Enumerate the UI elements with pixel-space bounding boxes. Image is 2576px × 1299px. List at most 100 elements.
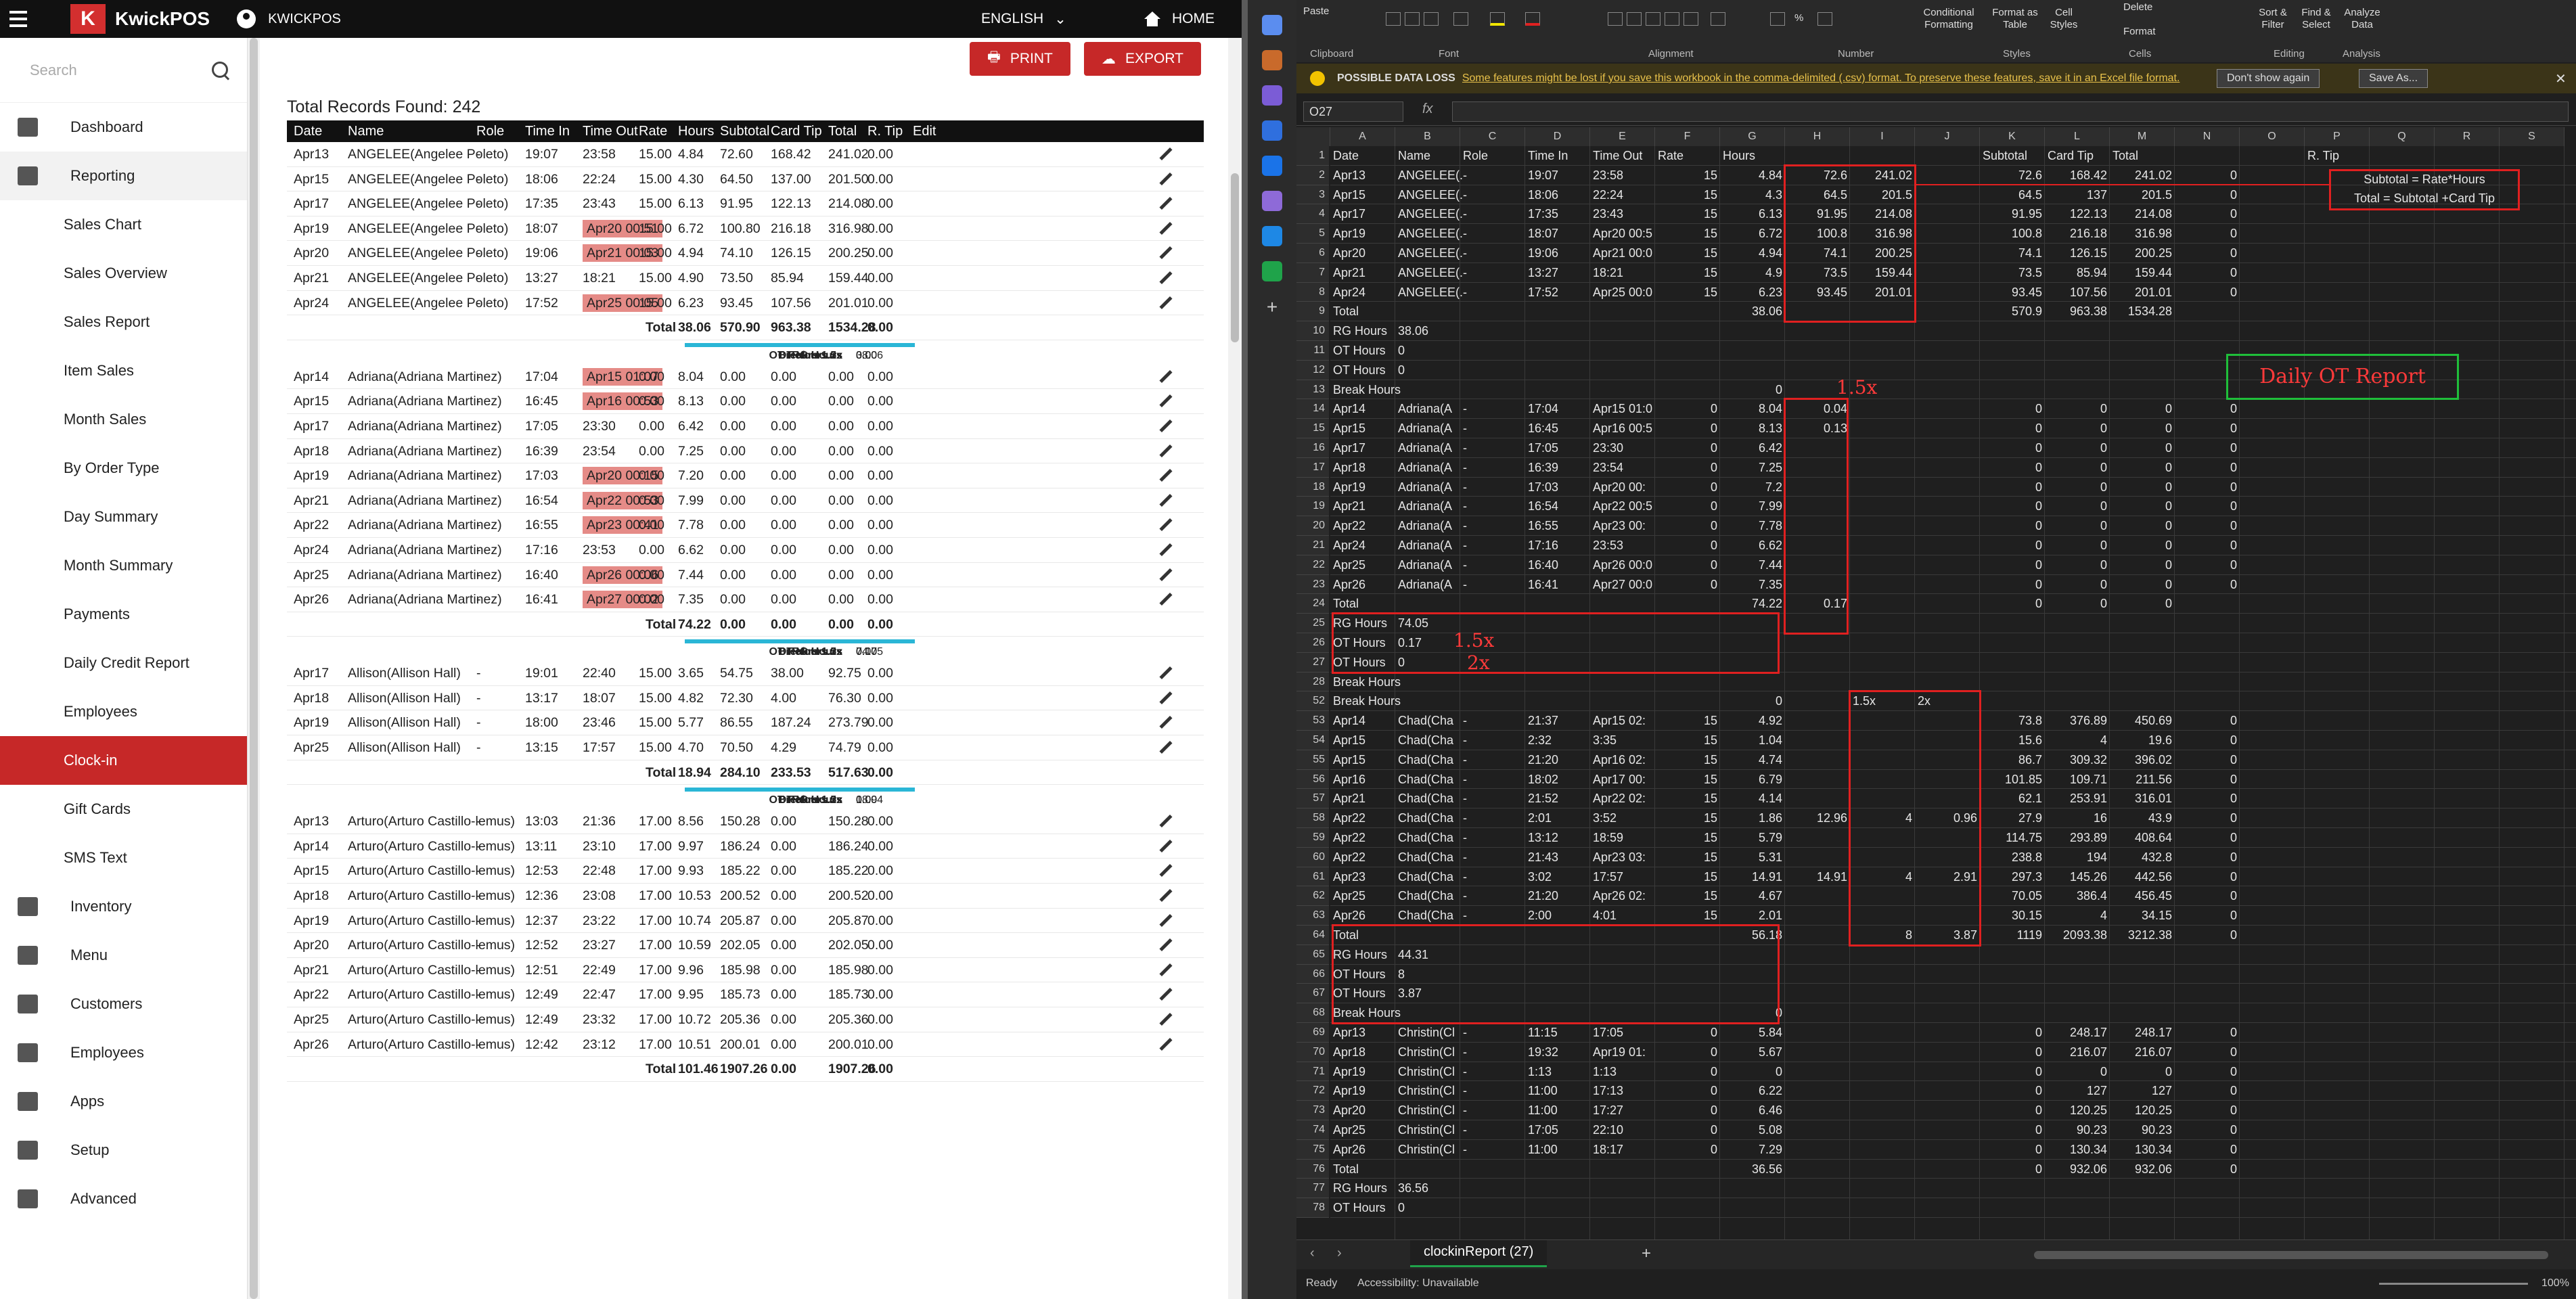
cell-G24[interactable]: 74.22 xyxy=(1720,597,1782,611)
cell-F60[interactable]: 15 xyxy=(1655,850,1717,865)
cell-B8[interactable]: ANGELEE(. xyxy=(1398,286,1463,300)
cell-D18[interactable]: 17:03 xyxy=(1528,480,1558,495)
cell-L18[interactable]: 0 xyxy=(2045,480,2107,495)
row-header[interactable]: 1 xyxy=(1296,146,1329,166)
cell-K18[interactable]: 0 xyxy=(1980,480,2042,495)
cell-F53[interactable]: 15 xyxy=(1655,714,1717,728)
cell-F22[interactable]: 0 xyxy=(1655,558,1717,572)
add-sheet-icon[interactable]: + xyxy=(1642,1244,1651,1263)
cell-E19[interactable]: Apr22 00:5 xyxy=(1593,499,1652,514)
edit-pencil-icon[interactable] xyxy=(1157,937,1172,952)
cell-L23[interactable]: 0 xyxy=(2045,578,2107,592)
cell-L9[interactable]: 963.38 xyxy=(2045,304,2107,319)
add-icon[interactable]: + xyxy=(1262,296,1282,317)
cell-B54[interactable]: Chad(Cha xyxy=(1398,733,1453,748)
cell-D54[interactable]: 2:32 xyxy=(1528,733,1552,748)
cell-F54[interactable]: 15 xyxy=(1655,733,1717,748)
cell-M69[interactable]: 248.17 xyxy=(2110,1026,2172,1040)
cell-B20[interactable]: Adriana(A xyxy=(1398,519,1452,533)
merge-icon[interactable] xyxy=(1711,12,1725,26)
nav-sub-payments[interactable]: Payments xyxy=(0,590,247,639)
column-header[interactable]: Card Tip xyxy=(771,124,822,139)
cell-M2[interactable]: 241.02 xyxy=(2110,168,2172,183)
cell-G3[interactable]: 4.3 xyxy=(1720,188,1782,202)
window-divider[interactable] xyxy=(1242,0,1248,1299)
row-header[interactable]: 20 xyxy=(1296,516,1329,536)
cell-A16[interactable]: Apr17 xyxy=(1333,441,1365,455)
cell-A22[interactable]: Apr25 xyxy=(1333,558,1365,572)
cell-K70[interactable]: 0 xyxy=(1980,1045,2042,1059)
paste-button[interactable]: Paste xyxy=(1303,5,1329,18)
cell-L53[interactable]: 376.89 xyxy=(2045,714,2107,728)
cell-A24[interactable]: Total xyxy=(1333,597,1359,611)
cell-C16[interactable]: - xyxy=(1463,441,1467,455)
main-scrollbar[interactable] xyxy=(1228,38,1242,1299)
edit-pencil-icon[interactable] xyxy=(1157,542,1172,557)
nav-item-reporting[interactable]: Reporting xyxy=(0,152,247,200)
cell-A7[interactable]: Apr21 xyxy=(1333,266,1365,280)
row-header[interactable]: 10 xyxy=(1296,321,1329,341)
cell-B16[interactable]: Adriana(A xyxy=(1398,441,1452,455)
edit-pencil-icon[interactable] xyxy=(1157,813,1172,828)
cell-G5[interactable]: 6.72 xyxy=(1720,227,1782,241)
cell-E58[interactable]: 3:52 xyxy=(1593,811,1617,825)
cell-L14[interactable]: 0 xyxy=(2045,402,2107,416)
column-header-R[interactable]: R xyxy=(2435,127,2500,146)
cell-B18[interactable]: Adriana(A xyxy=(1398,480,1452,495)
column-header-I[interactable]: I xyxy=(1850,127,1915,146)
row-header[interactable]: 73 xyxy=(1296,1101,1329,1120)
nav-item-advanced[interactable]: Advanced xyxy=(0,1175,247,1223)
row-header[interactable]: 12 xyxy=(1296,360,1329,380)
cell-A62[interactable]: Apr25 xyxy=(1333,889,1365,903)
cell-N18[interactable]: 0 xyxy=(2175,480,2237,495)
column-header-K[interactable]: K xyxy=(1980,127,2045,146)
row-header[interactable]: 15 xyxy=(1296,419,1329,438)
cell-N19[interactable]: 0 xyxy=(2175,499,2237,514)
cell-M54[interactable]: 19.6 xyxy=(2110,733,2172,748)
cell-K19[interactable]: 0 xyxy=(1980,499,2042,514)
cell-G60[interactable]: 5.31 xyxy=(1720,850,1782,865)
column-header-E[interactable]: E xyxy=(1590,127,1655,146)
edit-pencil-icon[interactable] xyxy=(1157,665,1172,680)
cell-K20[interactable]: 0 xyxy=(1980,519,2042,533)
cell-E21[interactable]: 23:53 xyxy=(1593,539,1623,553)
cell-G75[interactable]: 7.29 xyxy=(1720,1143,1782,1157)
cell-E16[interactable]: 23:30 xyxy=(1593,441,1623,455)
column-header[interactable]: Total xyxy=(828,124,857,139)
edit-pencil-icon[interactable] xyxy=(1157,418,1172,433)
cell-D59[interactable]: 13:12 xyxy=(1528,831,1558,845)
row-header[interactable]: 11 xyxy=(1296,341,1329,361)
cell-F16[interactable]: 0 xyxy=(1655,441,1717,455)
cell-F69[interactable]: 0 xyxy=(1655,1026,1717,1040)
cell-M55[interactable]: 396.02 xyxy=(2110,753,2172,767)
row-header[interactable]: 72 xyxy=(1296,1081,1329,1101)
cell-M74[interactable]: 90.23 xyxy=(2110,1123,2172,1137)
cell-D62[interactable]: 21:20 xyxy=(1528,889,1558,903)
cell-N16[interactable]: 0 xyxy=(2175,441,2237,455)
cell-M15[interactable]: 0 xyxy=(2110,421,2172,436)
zoom-slider[interactable] xyxy=(2379,1283,2528,1285)
cell-L3[interactable]: 137 xyxy=(2045,188,2107,202)
edit-pencil-icon[interactable] xyxy=(1157,295,1172,310)
cell-F23[interactable]: 0 xyxy=(1655,578,1717,592)
cell-L69[interactable]: 248.17 xyxy=(2045,1026,2107,1040)
sidebar-scrollbar[interactable] xyxy=(248,38,260,1299)
column-header-C[interactable]: C xyxy=(1460,127,1525,146)
cell-N60[interactable]: 0 xyxy=(2175,850,2237,865)
cell-N69[interactable]: 0 xyxy=(2175,1026,2237,1040)
row-header[interactable]: 22 xyxy=(1296,555,1329,575)
cell-N17[interactable]: 0 xyxy=(2175,461,2237,475)
outlook-icon[interactable] xyxy=(1262,156,1282,176)
name-box[interactable]: O27 xyxy=(1303,101,1403,122)
row-header[interactable]: 28 xyxy=(1296,672,1329,692)
edge-icon[interactable] xyxy=(1262,120,1282,141)
cell-B57[interactable]: Chad(Cha xyxy=(1398,792,1453,806)
row-header[interactable]: 18 xyxy=(1296,477,1329,497)
row-header[interactable]: 71 xyxy=(1296,1062,1329,1082)
cell-C21[interactable]: - xyxy=(1463,539,1467,553)
cell-D8[interactable]: 17:52 xyxy=(1528,286,1558,300)
cell-K3[interactable]: 64.5 xyxy=(1980,188,2042,202)
cell-D75[interactable]: 11:00 xyxy=(1528,1143,1558,1157)
edit-pencil-icon[interactable] xyxy=(1157,517,1172,532)
cell-D73[interactable]: 11:00 xyxy=(1528,1103,1558,1118)
